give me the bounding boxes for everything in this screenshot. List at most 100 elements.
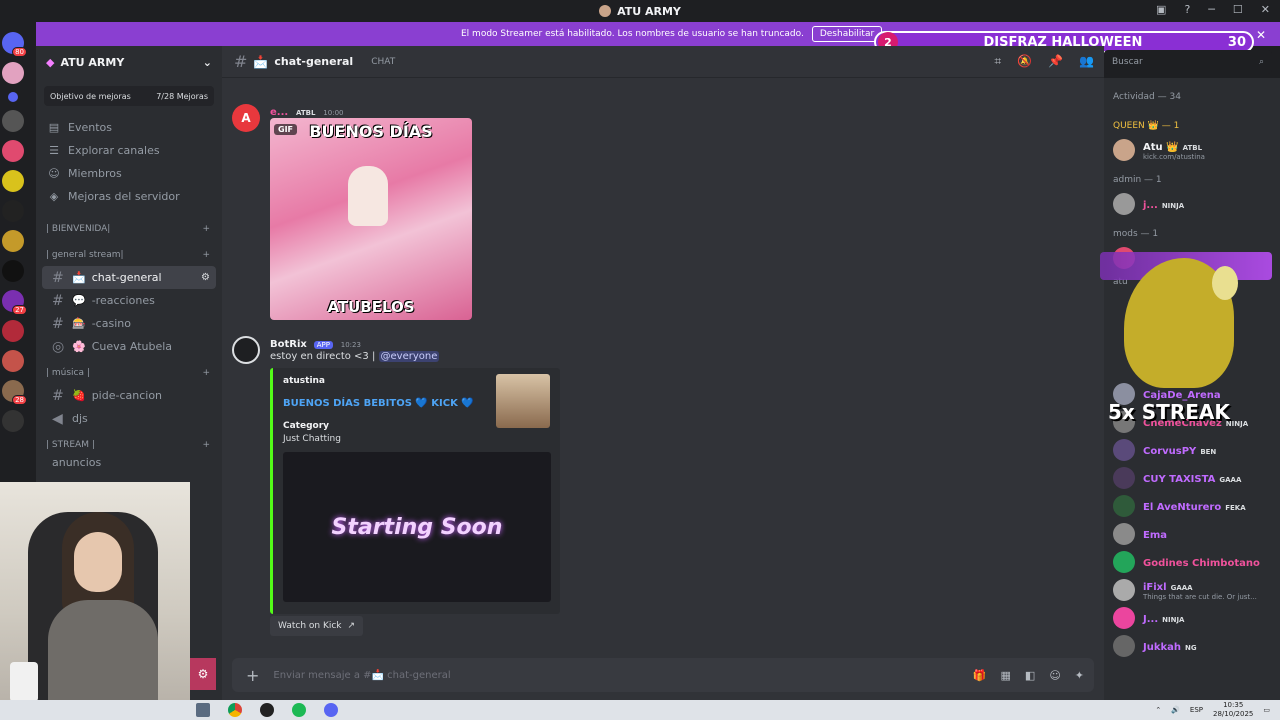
server-icon-11[interactable]: 28 [2, 380, 27, 405]
inbox-icon[interactable]: ▣ [1156, 3, 1166, 16]
channel-anuncios[interactable]: anuncios [42, 456, 216, 469]
close-window-button[interactable]: ✕ [1261, 3, 1270, 16]
channel-label: chat-general [91, 271, 162, 284]
channel-casino[interactable]: # 🎰 -casino [42, 312, 216, 335]
channel-djs[interactable]: ◀ djs [42, 407, 216, 430]
direct-messages-icon[interactable]: 80 [2, 32, 27, 57]
server-icon-8[interactable]: 27 [2, 290, 27, 315]
server-icon-1[interactable] [2, 62, 24, 84]
file-explorer-icon[interactable] [196, 703, 210, 717]
message-input[interactable]: Enviar mensaje a #📩 chat-general [273, 670, 450, 681]
hash-icon: # [52, 269, 64, 286]
server-icon-4[interactable] [2, 170, 24, 192]
threads-icon[interactable]: ⌗ [994, 54, 1001, 69]
add-attachment-icon[interactable]: + [246, 666, 259, 685]
member-item[interactable]: Atu 👑 ATBL kick.com/atustina [1104, 136, 1280, 164]
avatar [1113, 495, 1135, 517]
chrome-icon[interactable] [228, 703, 242, 717]
server-icon-5[interactable] [2, 200, 24, 222]
streamer-body [48, 600, 158, 700]
server-icon-12[interactable] [2, 410, 24, 432]
nav-server-boosts[interactable]: ◈ Mejoras del servidor [36, 185, 222, 208]
channel-reacciones[interactable]: # 💬 -reacciones [42, 289, 216, 312]
minimize-button[interactable]: ─ [1208, 3, 1215, 16]
add-channel-icon[interactable]: + [202, 440, 210, 450]
watch-on-kick-button[interactable]: Watch on Kick ↗ [270, 616, 364, 636]
member-item[interactable]: Godines Chimbotano [1104, 548, 1280, 576]
spotify-icon[interactable] [292, 703, 306, 717]
member-item[interactable]: j... NINJA [1104, 190, 1280, 218]
channel-cueva-atubela[interactable]: ◎ 🌸 Cueva Atubela [42, 335, 216, 358]
embed-thumbnail[interactable] [496, 374, 550, 428]
discord-icon[interactable] [324, 703, 338, 717]
message-username[interactable]: e... [270, 107, 288, 118]
volume-icon[interactable]: 🔊 [1171, 706, 1180, 714]
emoji-icon[interactable]: ☺ [1049, 669, 1060, 682]
embed-image[interactable]: Starting Soon [283, 452, 551, 602]
guild-name: ATU ARMY [60, 55, 125, 69]
stream-embed: atustina BUENOS DÍAS BEBITOS 💙 KICK 💙 Ca… [270, 368, 560, 614]
category-bienvenida[interactable]: | BIENVENIDA| + [36, 218, 222, 240]
member-item[interactable]: El AveNturero FEKA [1104, 492, 1280, 520]
avatar[interactable]: A [232, 104, 260, 132]
server-icon-6[interactable] [2, 230, 24, 252]
pin-icon[interactable]: 📌 [1048, 54, 1063, 69]
add-channel-icon[interactable]: + [202, 250, 210, 260]
gif-caption-bottom: ATUBELOS [327, 298, 415, 316]
channel-chat-general[interactable]: # 📩 chat-general ⚙ [42, 266, 216, 289]
server-icon-3[interactable] [2, 140, 24, 162]
channel-emoji: 📩 [253, 54, 269, 69]
maximize-button[interactable]: ☐ [1233, 3, 1243, 16]
language-indicator[interactable]: ESP [1190, 706, 1203, 714]
sticker-icon[interactable]: ◧ [1025, 669, 1035, 682]
member-item[interactable]: Jukkah NG [1104, 632, 1280, 660]
channel-settings-icon[interactable]: ⚙ [201, 272, 210, 283]
chevron-down-icon: ⌄ [202, 55, 212, 69]
avatar [1113, 139, 1135, 161]
mention[interactable]: @everyone [378, 351, 440, 362]
add-channel-icon[interactable]: + [202, 224, 210, 234]
search-icon: ⌕ [1258, 57, 1264, 67]
server-icon [599, 5, 612, 17]
add-channel-icon[interactable]: + [202, 368, 210, 378]
bot-avatar[interactable] [232, 336, 260, 364]
server-folder-icon[interactable] [8, 92, 18, 102]
boost-goal[interactable]: Objetivo de mejoras 7/28 Mejoras [44, 86, 214, 106]
nav-events[interactable]: ▤ Eventos [36, 116, 222, 139]
member-item[interactable]: J... NINJA [1104, 604, 1280, 632]
gif-icon[interactable]: ▦ [1001, 669, 1011, 682]
guild-header[interactable]: ◆ ATU ARMY ⌄ [36, 46, 222, 78]
server-icon-2[interactable] [2, 110, 24, 132]
apps-icon[interactable]: ✦ [1075, 669, 1084, 682]
server-icon-9[interactable] [2, 320, 24, 342]
help-icon[interactable]: ? [1184, 3, 1190, 16]
notifications-icon[interactable]: ▭ [1263, 706, 1270, 714]
member-item[interactable]: iFixl GAAA Things that are cut die. Or jus… [1104, 576, 1280, 604]
clock[interactable]: 10:35 28/10/2025 [1213, 701, 1253, 719]
mute-icon[interactable]: 🔕 [1017, 54, 1032, 69]
window-controls: ▣ ? ─ ☐ ✕ [1156, 3, 1270, 16]
nav-members[interactable]: ☺ Miembros [36, 162, 222, 185]
gift-icon[interactable]: 🎁 [973, 669, 987, 682]
member-list-icon[interactable]: 👥 [1079, 54, 1094, 69]
member-item[interactable]: CUY TAXISTA GAAA [1104, 464, 1280, 492]
member-item[interactable]: CorvusPY BEN [1104, 436, 1280, 464]
member-item[interactable]: Ema [1104, 520, 1280, 548]
message-input-bar: + Enviar mensaje a #📩 chat-general 🎁 ▦ ◧… [232, 658, 1094, 692]
category-stream[interactable]: | STREAM | + [36, 434, 222, 456]
message-username[interactable]: BotRix [270, 339, 307, 350]
server-icon-10[interactable] [2, 350, 24, 372]
channel-pide-cancion[interactable]: # 🍓 pide-cancion [42, 384, 216, 407]
cup [10, 662, 38, 700]
nav-browse-channels[interactable]: ☰ Explorar canales [36, 139, 222, 162]
search-input[interactable]: Buscar ⌕ [1104, 50, 1272, 74]
category-general-stream[interactable]: | general stream| + [36, 244, 222, 266]
category-musica[interactable]: | música | + [36, 362, 222, 384]
server-icon-7[interactable] [2, 260, 24, 282]
obs-icon[interactable] [260, 703, 274, 717]
disable-streamer-button[interactable]: Deshabilitar [811, 26, 883, 42]
gif-attachment[interactable]: GIF BUENOS DÍAS ATUBELOS [270, 118, 472, 320]
chevron-up-icon[interactable]: ⌃ [1155, 706, 1161, 714]
close-icon[interactable]: ✕ [1256, 28, 1266, 42]
user-settings-button[interactable]: ⚙ [190, 658, 216, 690]
